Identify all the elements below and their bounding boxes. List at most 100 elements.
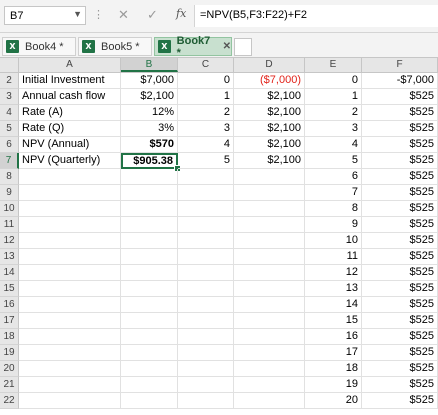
cell-e22[interactable]: 20: [305, 393, 362, 409]
cell-d13[interactable]: [234, 249, 305, 265]
insert-function-icon[interactable]: fx: [176, 7, 186, 20]
cell-c5[interactable]: 3: [178, 121, 234, 137]
cell-e19[interactable]: 17: [305, 345, 362, 361]
cell-c12[interactable]: [178, 233, 234, 249]
cell-d2[interactable]: ($7,000): [234, 73, 305, 89]
cell-d20[interactable]: [234, 361, 305, 377]
select-all-corner[interactable]: [0, 58, 19, 72]
cell-b14[interactable]: [121, 265, 178, 281]
name-box[interactable]: B7 ▼: [4, 6, 86, 25]
cell-b2[interactable]: $7,000: [121, 73, 178, 89]
cell-e16[interactable]: 14: [305, 297, 362, 313]
cell-c15[interactable]: [178, 281, 234, 297]
cell-b10[interactable]: [121, 201, 178, 217]
cell-b6[interactable]: $570: [121, 137, 178, 153]
cell-c21[interactable]: [178, 377, 234, 393]
cell-b8[interactable]: [121, 169, 178, 185]
cell-d15[interactable]: [234, 281, 305, 297]
cell-c22[interactable]: [178, 393, 234, 409]
tab-book4[interactable]: X Book4 *: [2, 37, 76, 56]
row-header[interactable]: 11: [0, 217, 19, 233]
cell-c4[interactable]: 2: [178, 105, 234, 121]
column-header-e[interactable]: E: [305, 58, 362, 72]
cell-d5[interactable]: $2,100: [234, 121, 305, 137]
cell-c18[interactable]: [178, 329, 234, 345]
cell-e10[interactable]: 8: [305, 201, 362, 217]
close-icon[interactable]: ✕: [223, 41, 231, 52]
cell-a19[interactable]: [19, 345, 121, 361]
cell-e18[interactable]: 16: [305, 329, 362, 345]
row-header[interactable]: 21: [0, 377, 19, 393]
cell-d7[interactable]: $2,100: [234, 153, 305, 169]
cell-d18[interactable]: [234, 329, 305, 345]
cell-e12[interactable]: 10: [305, 233, 362, 249]
cell-f16[interactable]: $525: [362, 297, 438, 313]
cell-f10[interactable]: $525: [362, 201, 438, 217]
tab-book7[interactable]: X Book7 * ✕: [154, 35, 232, 59]
cell-f19[interactable]: $525: [362, 345, 438, 361]
cell-a9[interactable]: [19, 185, 121, 201]
cell-d17[interactable]: [234, 313, 305, 329]
row-header[interactable]: 22: [0, 393, 19, 409]
cell-e4[interactable]: 2: [305, 105, 362, 121]
cell-d6[interactable]: $2,100: [234, 137, 305, 153]
cell-b18[interactable]: [121, 329, 178, 345]
new-tab-button[interactable]: [234, 38, 252, 56]
cell-e5[interactable]: 3: [305, 121, 362, 137]
cell-e3[interactable]: 1: [305, 89, 362, 105]
cell-c8[interactable]: [178, 169, 234, 185]
cell-a12[interactable]: [19, 233, 121, 249]
cell-f5[interactable]: $525: [362, 121, 438, 137]
cell-a22[interactable]: [19, 393, 121, 409]
cell-d8[interactable]: [234, 169, 305, 185]
cell-c14[interactable]: [178, 265, 234, 281]
cell-c2[interactable]: 0: [178, 73, 234, 89]
cell-b3[interactable]: $2,100: [121, 89, 178, 105]
cell-a18[interactable]: [19, 329, 121, 345]
cell-f6[interactable]: $525: [362, 137, 438, 153]
cell-a14[interactable]: [19, 265, 121, 281]
cell-a6[interactable]: NPV (Annual): [19, 137, 121, 153]
cell-f8[interactable]: $525: [362, 169, 438, 185]
cell-a17[interactable]: [19, 313, 121, 329]
column-header-f[interactable]: F: [362, 58, 438, 72]
cell-b5[interactable]: 3%: [121, 121, 178, 137]
cell-b12[interactable]: [121, 233, 178, 249]
column-header-d[interactable]: D: [234, 58, 305, 72]
cell-a10[interactable]: [19, 201, 121, 217]
row-header[interactable]: 9: [0, 185, 19, 201]
cell-c6[interactable]: 4: [178, 137, 234, 153]
cell-a3[interactable]: Annual cash flow: [19, 89, 121, 105]
cell-a15[interactable]: [19, 281, 121, 297]
row-header[interactable]: 14: [0, 265, 19, 281]
cell-a8[interactable]: [19, 169, 121, 185]
cell-f17[interactable]: $525: [362, 313, 438, 329]
cell-a5[interactable]: Rate (Q): [19, 121, 121, 137]
column-header-b[interactable]: B: [121, 58, 178, 72]
formula-input[interactable]: =NPV(B5,F3:F22)+F2: [194, 5, 438, 27]
cell-a11[interactable]: [19, 217, 121, 233]
row-header[interactable]: 10: [0, 201, 19, 217]
cell-e15[interactable]: 13: [305, 281, 362, 297]
row-header[interactable]: 15: [0, 281, 19, 297]
cell-b7[interactable]: $905.38: [121, 153, 178, 169]
cell-e6[interactable]: 4: [305, 137, 362, 153]
cell-b20[interactable]: [121, 361, 178, 377]
cell-d21[interactable]: [234, 377, 305, 393]
cell-f15[interactable]: $525: [362, 281, 438, 297]
cell-c10[interactable]: [178, 201, 234, 217]
row-header[interactable]: 6: [0, 137, 19, 153]
cell-f20[interactable]: $525: [362, 361, 438, 377]
cell-d19[interactable]: [234, 345, 305, 361]
cell-c13[interactable]: [178, 249, 234, 265]
cell-e2[interactable]: 0: [305, 73, 362, 89]
cell-b19[interactable]: [121, 345, 178, 361]
cell-b11[interactable]: [121, 217, 178, 233]
tab-book5[interactable]: X Book5 *: [78, 37, 152, 56]
cell-c17[interactable]: [178, 313, 234, 329]
cell-f3[interactable]: $525: [362, 89, 438, 105]
row-header[interactable]: 17: [0, 313, 19, 329]
cell-a4[interactable]: Rate (A): [19, 105, 121, 121]
cell-f11[interactable]: $525: [362, 217, 438, 233]
cell-d16[interactable]: [234, 297, 305, 313]
